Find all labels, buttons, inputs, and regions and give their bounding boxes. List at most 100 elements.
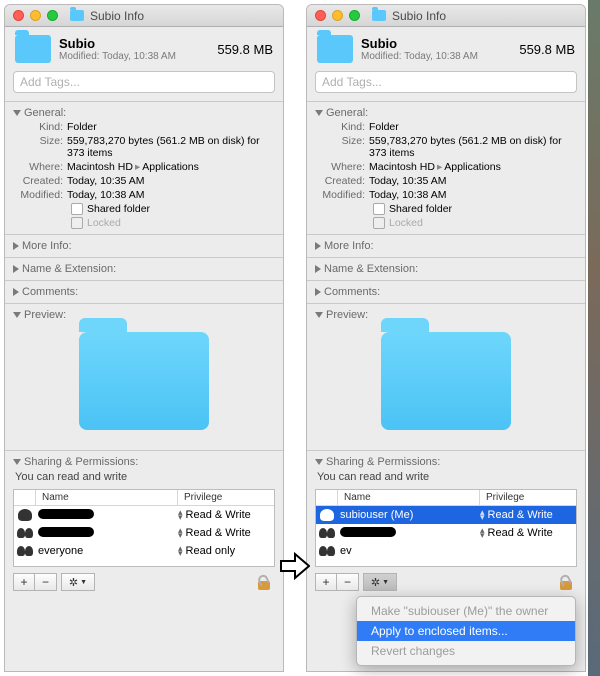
disclosure-triangle-icon[interactable] [13,265,19,273]
locked-row: Locked [13,216,275,230]
chevron-down-icon: ▼ [80,579,87,586]
created-value: Today, 10:35 AM [67,175,275,187]
checkbox-icon[interactable] [71,203,83,215]
disclosure-triangle-icon[interactable] [315,312,323,318]
modified-label: Modified: [13,189,67,201]
section-label: Preview: [326,309,368,321]
table-header: Name Privilege [14,490,274,506]
item-name: Subio [59,36,217,51]
action-menu-button[interactable]: ✲▼ [61,573,95,591]
action-menu-button[interactable]: ✲▼ [363,573,397,591]
lock-icon[interactable] [559,574,573,590]
privilege-label[interactable]: Read & Write [488,509,553,521]
section-label: Sharing & Permissions: [326,456,440,468]
stepper-icon[interactable]: ▴▾ [178,546,183,556]
shared-folder-row[interactable]: Shared folder [315,202,577,216]
where-value: Macintosh HD▸Applications [369,161,577,173]
section-sharing: Sharing & Permissions: You can read and … [5,450,283,597]
col-name-header[interactable]: Name [36,490,178,505]
breadcrumb-part: Applications [444,161,501,173]
shared-folder-row[interactable]: Shared folder [13,202,275,216]
preview-area [315,322,577,446]
disclosure-triangle-icon[interactable] [13,459,21,465]
redacted-name [38,527,94,537]
privilege-label[interactable]: Read & Write [186,527,251,539]
table-row[interactable]: ▴▾Read & Write [316,524,576,542]
stepper-icon[interactable]: ▴▾ [178,510,183,520]
table-row[interactable]: subiouser (Me) ▴▾Read & Write [316,506,576,524]
section-header-moreinfo[interactable]: More Info: [315,239,577,253]
redacted-name [38,509,94,519]
section-header-general[interactable]: General: [315,106,577,120]
disclosure-triangle-icon[interactable] [315,459,323,465]
close-icon[interactable] [13,10,24,21]
privilege-label[interactable]: Read only [186,545,236,557]
stepper-icon[interactable]: ▴▾ [480,528,485,538]
gear-icon: ✲ [371,576,380,589]
disclosure-triangle-icon[interactable] [13,242,19,250]
privilege-label[interactable]: Read & Write [488,527,553,539]
add-user-button[interactable]: + [13,573,35,591]
disclosure-triangle-icon[interactable] [315,265,321,273]
chevron-right-icon: ▸ [135,161,140,173]
section-header-nameext[interactable]: Name & Extension: [13,262,275,276]
permissions-footer: + − ✲▼ [315,571,577,593]
section-header-general[interactable]: General: [13,106,275,120]
section-label: Sharing & Permissions: [24,456,138,468]
section-header-comments[interactable]: Comments: [13,285,275,299]
table-row[interactable]: ev [316,542,576,560]
permissions-table: Name Privilege subiouser (Me) ▴▾Read & W… [315,489,577,567]
minimize-icon[interactable] [332,10,343,21]
section-header-moreinfo[interactable]: More Info: [13,239,275,253]
disclosure-triangle-icon[interactable] [13,110,21,116]
remove-user-button[interactable]: − [337,573,359,591]
remove-user-button[interactable]: − [35,573,57,591]
user-name-partial: ev [340,545,352,557]
folder-icon [15,35,51,63]
titlebar[interactable]: Subio Info [5,5,283,27]
permissions-body-left: ▴▾Read & Write ▴▾Read & Write everyone ▴… [14,506,274,566]
group-icon [17,546,33,557]
info-header: Subio Modified: Today, 10:38 AM 559.8 MB [5,27,283,69]
section-label: General: [326,107,368,119]
disclosure-triangle-icon[interactable] [13,288,19,296]
checkbox-icon [373,217,385,229]
section-header-comments[interactable]: Comments: [315,285,577,299]
info-window-right: Subio Info Subio Modified: Today, 10:38 … [306,4,586,672]
disclosure-triangle-icon[interactable] [315,242,321,250]
privilege-label[interactable]: Read & Write [186,509,251,521]
permissions-footer: + − ✲▼ [13,571,275,593]
col-priv-header[interactable]: Privilege [480,490,576,505]
zoom-icon[interactable] [349,10,360,21]
close-icon[interactable] [315,10,326,21]
table-row[interactable]: ▴▾Read & Write [14,524,274,542]
checkbox-icon[interactable] [373,203,385,215]
col-priv-header[interactable]: Privilege [178,490,274,505]
table-row[interactable]: everyone ▴▾Read only [14,542,274,560]
menu-item-revert: Revert changes [357,641,575,661]
section-header-preview[interactable]: Preview: [315,308,577,322]
disclosure-triangle-icon[interactable] [315,288,321,296]
stepper-icon[interactable]: ▴▾ [178,528,183,538]
col-name-header[interactable]: Name [338,490,480,505]
section-header-sharing[interactable]: Sharing & Permissions: [13,455,275,469]
menu-item-apply-enclosed[interactable]: Apply to enclosed items... [357,621,575,641]
table-row[interactable]: ▴▾Read & Write [14,506,274,524]
add-user-button[interactable]: + [315,573,337,591]
disclosure-triangle-icon[interactable] [13,312,21,318]
stepper-icon[interactable]: ▴▾ [480,510,485,520]
section-header-sharing[interactable]: Sharing & Permissions: [315,455,577,469]
section-moreinfo: More Info: [307,234,585,257]
col-icon [316,490,338,505]
section-label: More Info: [324,240,374,252]
lock-icon[interactable] [257,574,271,590]
disclosure-triangle-icon[interactable] [315,110,323,116]
tags-input[interactable]: Add Tags... [13,71,275,93]
zoom-icon[interactable] [47,10,58,21]
titlebar[interactable]: Subio Info [307,5,585,27]
tags-input[interactable]: Add Tags... [315,71,577,93]
section-header-nameext[interactable]: Name & Extension: [315,262,577,276]
section-header-preview[interactable]: Preview: [13,308,275,322]
table-header: Name Privilege [316,490,576,506]
minimize-icon[interactable] [30,10,41,21]
